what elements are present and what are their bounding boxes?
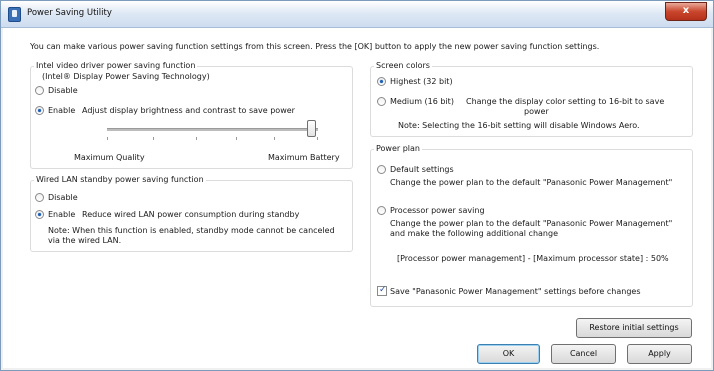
brightness-slider-track[interactable]: [107, 128, 318, 131]
plan-processor-desc-line2: and make the following additional change: [390, 229, 558, 238]
plan-processor-desc-line1: Change the power plan to the default "Pa…: [390, 219, 673, 228]
colors-highest-radio[interactable]: [377, 77, 386, 86]
cancel-button[interactable]: Cancel: [551, 344, 616, 364]
window-title: Power Saving Utility: [27, 8, 112, 18]
plan-processor-radio[interactable]: [377, 206, 386, 215]
video-group-title: Intel video driver power saving function: [34, 61, 198, 70]
plan-processor-state: [Processor power management] - [Maximum …: [397, 254, 669, 263]
lan-note-line1: Note: When this function is enabled, sta…: [48, 226, 335, 235]
video-enable-radio[interactable]: [35, 106, 44, 115]
plan-default-label: Default settings: [390, 165, 454, 174]
power-plan-title: Power plan: [374, 144, 423, 153]
slider-tick: [153, 137, 154, 140]
lan-enable-desc: Reduce wired LAN power consumption durin…: [82, 210, 300, 219]
restore-initial-settings-button[interactable]: Restore initial settings: [576, 318, 692, 338]
slider-tick: [107, 137, 108, 140]
intro-text: You can make various power saving functi…: [30, 42, 600, 51]
colors-medium-desc-line2: power: [524, 107, 549, 116]
video-enable-desc: Adjust display brightness and contrast t…: [82, 106, 295, 115]
save-settings-checkbox[interactable]: [377, 285, 387, 296]
ok-button[interactable]: OK: [477, 344, 540, 364]
video-subtitle: (Intel® Display Power Saving Technology): [42, 72, 210, 81]
lan-disable-radio[interactable]: [35, 193, 44, 202]
colors-note: Note: Selecting the 16-bit setting will …: [398, 121, 640, 130]
slider-tick: [274, 137, 275, 140]
brightness-slider-thumb[interactable]: [307, 120, 316, 137]
close-button[interactable]: x: [665, 2, 707, 21]
lan-note-line2: via the wired LAN.: [48, 236, 122, 245]
slider-tick: [236, 137, 237, 140]
slider-tick: [317, 137, 318, 140]
video-disable-radio[interactable]: [35, 86, 44, 95]
plan-default-radio[interactable]: [377, 165, 386, 174]
save-settings-label: Save "Panasonic Power Management" settin…: [390, 287, 641, 296]
plan-default-desc: Change the power plan to the default "Pa…: [390, 178, 673, 187]
colors-medium-desc-line1: Change the display color setting to 16-b…: [466, 97, 665, 106]
colors-highest-label: Highest (32 bit): [390, 77, 453, 86]
lan-enable-radio[interactable]: [35, 210, 44, 219]
screen-colors-title: Screen colors: [374, 61, 432, 70]
video-disable-label: Disable: [48, 86, 78, 95]
lan-enable-label: Enable: [48, 210, 76, 219]
lan-disable-label: Disable: [48, 193, 78, 202]
slider-tick: [196, 137, 197, 140]
slider-max-label: Maximum Battery: [268, 153, 340, 162]
lan-group-title: Wired LAN standby power saving function: [34, 175, 206, 184]
app-icon: [8, 7, 21, 22]
slider-min-label: Maximum Quality: [74, 153, 145, 162]
plan-processor-label: Processor power saving: [390, 206, 485, 215]
colors-medium-label: Medium (16 bit): [390, 97, 454, 106]
title-bar: Power Saving Utility x: [1, 1, 713, 28]
colors-medium-radio[interactable]: [377, 97, 386, 106]
video-enable-label: Enable: [48, 106, 76, 115]
apply-button[interactable]: Apply: [627, 344, 692, 364]
